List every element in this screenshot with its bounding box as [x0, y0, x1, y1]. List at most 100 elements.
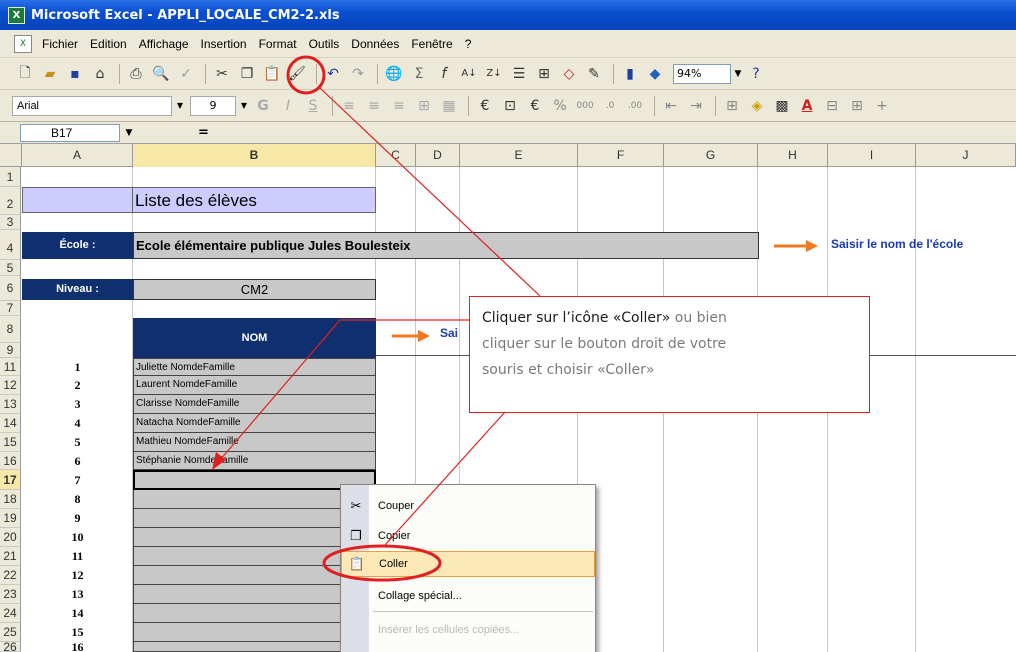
font-select[interactable]: Arial	[12, 95, 172, 116]
print-preview-icon[interactable]: 🔍	[150, 63, 172, 85]
workbook-icon[interactable]: X	[14, 34, 32, 53]
percent-icon[interactable]: %	[549, 95, 571, 117]
nom-column-header[interactable]: NOM	[133, 318, 376, 358]
row-header[interactable]: 25	[0, 623, 21, 642]
formula-equals[interactable]: =	[198, 125, 209, 140]
row-header[interactable]: 21	[0, 547, 21, 566]
outline-icon[interactable]: ☰	[508, 63, 530, 85]
row-header[interactable]: 1	[0, 167, 21, 187]
column-header[interactable]: B	[133, 144, 376, 167]
borders-grid-icon[interactable]: ▦	[438, 95, 460, 117]
student-number[interactable]: 4	[22, 414, 133, 433]
sort-ascending-icon[interactable]: A↓	[458, 63, 480, 85]
row-header[interactable]: 2	[0, 187, 21, 215]
merge-center-icon[interactable]: ⊞	[413, 95, 435, 117]
row-header[interactable]: 5	[0, 260, 21, 276]
save-icon[interactable]: ▪	[64, 63, 86, 85]
pattern-icon[interactable]: ▩	[771, 95, 793, 117]
column-header[interactable]: J	[916, 144, 1016, 167]
row-header[interactable]: 9	[0, 343, 21, 358]
student-number[interactable]: 14	[22, 604, 133, 623]
niveau-label[interactable]: Niveau :	[22, 279, 133, 300]
bold-icon[interactable]: G	[252, 95, 274, 117]
fill-color-icon[interactable]: ◈	[746, 95, 768, 117]
menu-donnees[interactable]: Données	[351, 37, 399, 51]
chevron-down-icon[interactable]: ▼	[172, 96, 188, 116]
increase-decimal-icon[interactable]: .0	[599, 95, 621, 117]
column-header[interactable]: F	[578, 144, 664, 167]
menu-fichier[interactable]: Fichier	[42, 37, 78, 51]
student-number[interactable]: 11	[22, 547, 133, 566]
undo-icon[interactable]: ↶	[322, 63, 344, 85]
excel-app-icon[interactable]: X	[8, 6, 25, 24]
sort-descending-icon[interactable]: Z↓	[483, 63, 505, 85]
zoom-select[interactable]: 94%	[673, 63, 731, 84]
select-all-corner[interactable]	[0, 144, 22, 167]
align-center-icon[interactable]: ≡	[363, 95, 385, 117]
student-number[interactable]: 10	[22, 528, 133, 547]
underline-icon[interactable]: S	[302, 95, 324, 117]
column-header[interactable]: E	[460, 144, 578, 167]
function-icon[interactable]: f	[433, 63, 455, 85]
menu-fenetre[interactable]: Fenêtre	[411, 37, 452, 51]
student-number[interactable]: 13	[22, 585, 133, 604]
drawing-icon[interactable]: ✎	[583, 63, 605, 85]
student-name[interactable]: Juliette NomdeFamille	[133, 358, 376, 376]
open-icon[interactable]: ▰	[39, 63, 61, 85]
currency-convert-icon[interactable]: ⊡	[499, 95, 521, 117]
student-name[interactable]: Stéphanie NomdeFamille	[133, 452, 376, 470]
student-number[interactable]: 8	[22, 490, 133, 509]
thousands-icon[interactable]: 000	[574, 95, 596, 117]
row-header[interactable]: 3	[0, 215, 21, 230]
euro-icon[interactable]: €	[474, 95, 496, 117]
row-header[interactable]: 22	[0, 566, 21, 585]
euro-style-icon[interactable]: €	[524, 95, 546, 117]
row-header[interactable]: 6	[0, 276, 21, 301]
student-name[interactable]: Laurent NomdeFamille	[133, 376, 376, 395]
row-header[interactable]: 12	[0, 376, 21, 395]
student-number[interactable]: 12	[22, 566, 133, 585]
niveau-value[interactable]: CM2	[133, 279, 376, 300]
row-header[interactable]: 4	[0, 230, 21, 260]
row-header[interactable]: 17	[0, 470, 21, 490]
more-options-icon[interactable]: +	[871, 95, 893, 117]
window-titlebar[interactable]: X Microsoft Excel - APPLI_LOCALE_CM2-2.x…	[0, 0, 1016, 30]
row-header[interactable]: 24	[0, 604, 21, 623]
student-name[interactable]: Clarisse NomdeFamille	[133, 395, 376, 414]
merge-icon[interactable]: ⊞	[846, 95, 868, 117]
sheet-title[interactable]: Liste des élèves	[133, 187, 376, 213]
row-header[interactable]: 11	[0, 358, 21, 376]
context-item-paste[interactable]: 📋 Coller	[341, 551, 595, 577]
context-item-cut[interactable]: ✂ Couper	[341, 493, 595, 519]
row-header[interactable]: 19	[0, 509, 21, 528]
borders-icon[interactable]: ⊞	[721, 95, 743, 117]
column-header[interactable]: G	[664, 144, 758, 167]
spelling-icon[interactable]: ✓	[175, 63, 197, 85]
redo-icon[interactable]: ↷	[347, 63, 369, 85]
student-number[interactable]: 2	[22, 376, 133, 395]
increase-indent-icon[interactable]: ⇥	[685, 95, 707, 117]
cut-icon[interactable]: ✂	[211, 63, 233, 85]
align-right-icon[interactable]: ≡	[388, 95, 410, 117]
print-icon[interactable]: ⎙	[125, 63, 147, 85]
row-header[interactable]: 23	[0, 585, 21, 604]
column-header[interactable]: A	[22, 144, 133, 167]
column-header[interactable]: C	[376, 144, 416, 167]
drawing-toolbar-icon[interactable]: ◆	[644, 63, 666, 85]
student-name[interactable]: Mathieu NomdeFamille	[133, 433, 376, 452]
help-icon[interactable]: ?	[745, 63, 767, 85]
autosum-icon[interactable]: Σ	[408, 63, 430, 85]
row-header[interactable]: 8	[0, 316, 21, 343]
title-fill[interactable]	[22, 187, 133, 213]
row-header[interactable]: 20	[0, 528, 21, 547]
context-item-paste-special[interactable]: Collage spécial...	[341, 583, 595, 609]
student-number[interactable]: 16	[22, 642, 133, 652]
decrease-decimal-icon[interactable]: .00	[624, 95, 646, 117]
menu-insertion[interactable]: Insertion	[201, 37, 247, 51]
student-number[interactable]: 3	[22, 395, 133, 414]
student-number[interactable]: 6	[22, 452, 133, 470]
column-header[interactable]: H	[758, 144, 828, 167]
font-size-select[interactable]: 9	[190, 95, 236, 116]
hyperlink-icon[interactable]: 🌐	[383, 63, 405, 85]
ecole-value[interactable]: Ecole élémentaire publique Jules Boulest…	[133, 232, 759, 259]
